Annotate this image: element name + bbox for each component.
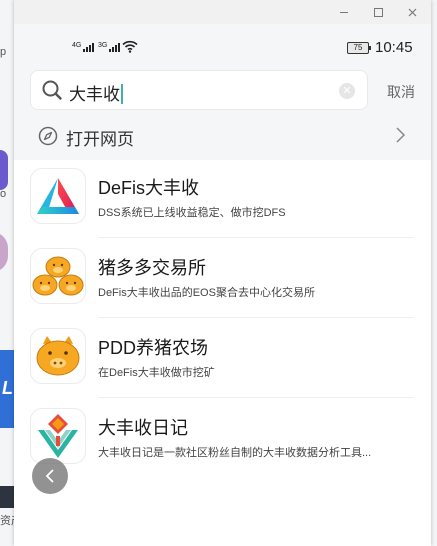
close-button[interactable] [395, 0, 429, 24]
search-input[interactable]: 大丰收 ✕ [30, 70, 368, 110]
minimize-icon [340, 11, 348, 13]
compass-icon [38, 126, 58, 146]
text-caret [121, 84, 123, 104]
search-icon [42, 80, 62, 100]
chevron-right-icon [396, 127, 406, 143]
window-titlebar[interactable] [14, 0, 431, 24]
search-value: 大丰收 [69, 85, 120, 104]
three-pigs-icon [30, 248, 86, 304]
search-text: 大丰收 [69, 80, 123, 105]
background-avatar [0, 150, 8, 190]
signal-type: 3G [98, 42, 108, 49]
status-time: 10:45 [375, 39, 413, 56]
clear-icon[interactable]: ✕ [339, 83, 355, 99]
signal-type: 4G [72, 42, 82, 49]
background-fragment: 资产 [0, 515, 14, 527]
cancel-button[interactable]: 取消 [387, 82, 415, 102]
open-webpage-label: 打开网页 [66, 130, 134, 149]
wifi-icon [122, 40, 138, 53]
divider [98, 317, 413, 318]
divider [98, 237, 413, 238]
phone-screen: 4G 3G 75 10:45 大丰收 ✕ 取消 打开网页 DeFis大丰收 DS… [14, 24, 431, 546]
diary-logo-icon [30, 408, 86, 464]
divider [98, 397, 413, 398]
result-title: PDD养猪农场 [98, 338, 209, 358]
background-bar [0, 486, 14, 508]
result-title: 大丰收日记 [98, 418, 188, 438]
status-bar: 4G 3G 75 10:45 [14, 38, 431, 60]
close-icon [408, 8, 416, 16]
background-fragment: o [0, 188, 7, 200]
background-avatar [0, 232, 8, 272]
background-right-edge [431, 0, 437, 546]
open-webpage-row[interactable]: 打开网页 [14, 120, 431, 154]
chevron-left-icon [45, 469, 54, 483]
result-description: DeFis大丰收出品的EOS聚合去中心化交易所 [98, 287, 315, 299]
maximize-button[interactable] [361, 0, 395, 24]
battery-icon: 75 [347, 42, 371, 54]
background-fragment: p [0, 46, 7, 58]
pig-icon [30, 328, 86, 384]
signal-icon: 3G [98, 42, 121, 52]
maximize-icon [373, 7, 383, 17]
result-description: DSS系统已上线收益稳定、做市挖DFS [98, 207, 286, 219]
result-item[interactable]: DeFis大丰收 DSS系统已上线收益稳定、做市挖DFS [14, 160, 431, 238]
back-button[interactable] [32, 458, 68, 494]
background-app-strip: p o L 资产 [0, 0, 14, 546]
signal-icon: 4G [72, 42, 95, 52]
result-description: 大丰收日记是一款社区粉丝自制的大丰收数据分析工具... [98, 447, 372, 459]
result-title: 猪多多交易所 [98, 258, 206, 278]
defis-logo-icon [30, 168, 86, 224]
background-banner: L [0, 350, 14, 428]
result-title: DeFis大丰收 [98, 178, 200, 198]
result-item[interactable]: PDD养猪农场 在DeFis大丰收做市挖矿 [14, 320, 431, 398]
result-item[interactable]: 大丰收日记 大丰收日记是一款社区粉丝自制的大丰收数据分析工具... [14, 400, 431, 478]
minimize-button[interactable] [327, 0, 361, 24]
emulator-window: 4G 3G 75 10:45 大丰收 ✕ 取消 打开网页 DeFis大丰收 DS… [14, 0, 431, 546]
result-description: 在DeFis大丰收做市挖矿 [98, 367, 215, 379]
result-item[interactable]: 猪多多交易所 DeFis大丰收出品的EOS聚合去中心化交易所 [14, 240, 431, 318]
